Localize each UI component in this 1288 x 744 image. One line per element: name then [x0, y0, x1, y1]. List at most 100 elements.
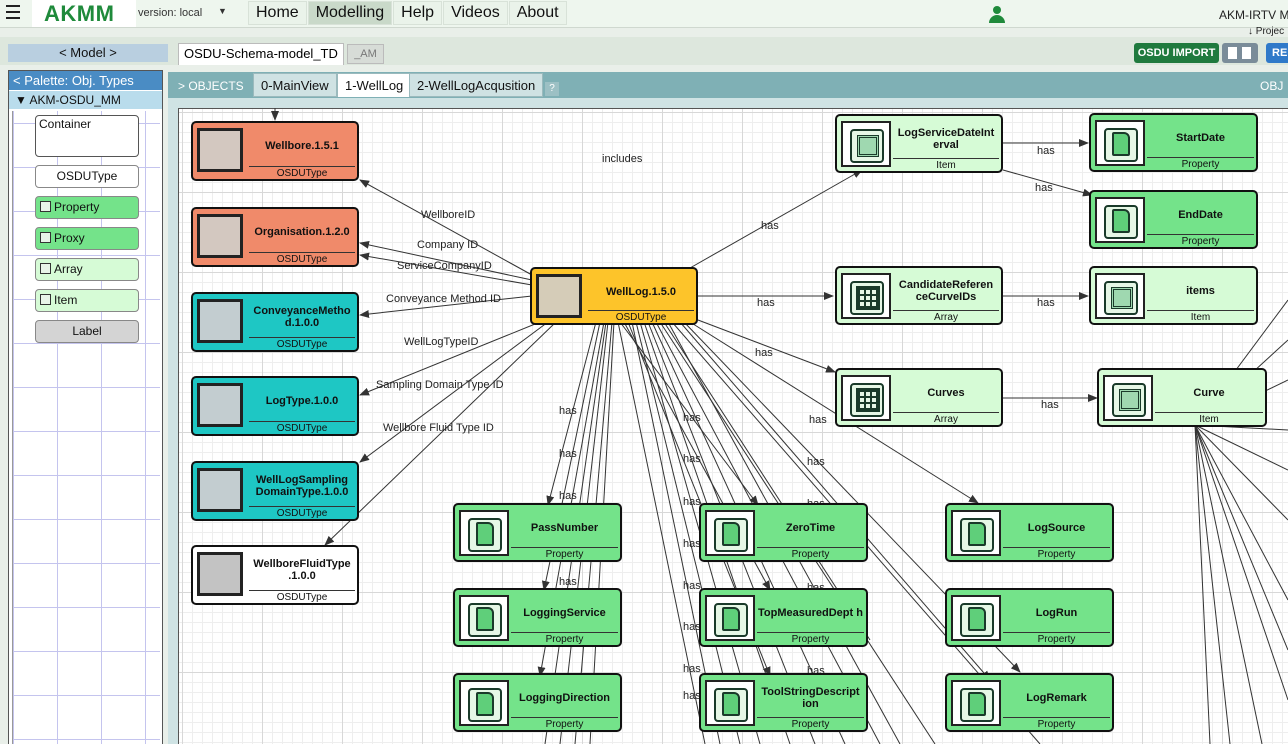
- export-file-icon[interactable]: [1222, 43, 1258, 63]
- property-icon: [705, 510, 755, 556]
- property-icon: [40, 201, 51, 212]
- node-name: LogRemark: [1026, 692, 1087, 704]
- palette-item-property[interactable]: Property: [35, 196, 139, 219]
- edge-label: has: [559, 448, 577, 460]
- tab-1-welllog[interactable]: 1-WellLog: [337, 73, 412, 97]
- node-name: WellboreFluidType .1.0.0: [253, 558, 351, 582]
- nav-about[interactable]: About: [508, 1, 567, 25]
- node-toolstringdescription[interactable]: ToolStringDescript ion Property: [699, 673, 868, 732]
- node-type: Property: [757, 717, 864, 730]
- objects-right-label[interactable]: OBJ: [1260, 79, 1283, 93]
- palette-header[interactable]: < Palette: Obj. Types: [9, 71, 162, 90]
- edge-label: has: [755, 347, 773, 359]
- node-name: LogServiceDateInt erval: [897, 127, 995, 151]
- palette-item-item[interactable]: Item: [35, 289, 139, 312]
- node-welllogsamplingdomaintype[interactable]: WellLogSampling DomainType.1.0.0 OSDUTyp…: [191, 461, 359, 521]
- node-logrun[interactable]: LogRun Property: [945, 588, 1114, 647]
- node-name: items: [1186, 285, 1215, 297]
- node-items[interactable]: items Item: [1089, 266, 1258, 325]
- tab-2-welllogacqusition[interactable]: 2-WellLogAcqusition: [409, 73, 544, 97]
- palette-item-label: Array: [54, 262, 83, 276]
- edge-label: has: [559, 490, 577, 502]
- node-name: PassNumber: [530, 522, 599, 534]
- tab-0-mainview[interactable]: 0-MainView: [253, 73, 337, 97]
- property-icon: [459, 510, 509, 556]
- node-welllog[interactable]: WellLog.1.5.0 OSDUType: [530, 267, 698, 325]
- main-nav: Home Modelling Help Videos About: [248, 1, 568, 25]
- nav-help[interactable]: Help: [393, 1, 443, 25]
- reload-button[interactable]: REL: [1266, 43, 1288, 63]
- edge-label: has: [683, 453, 701, 465]
- node-logremark[interactable]: LogRemark Property: [945, 673, 1114, 732]
- node-zerotime[interactable]: ZeroTime Property: [699, 503, 868, 562]
- node-name: WellLog.1.5.0: [605, 286, 677, 298]
- item-icon: [841, 121, 891, 167]
- item-icon: [1103, 375, 1153, 421]
- palette-item-label: Item: [54, 293, 78, 307]
- node-curve[interactable]: Curve Item: [1097, 368, 1267, 427]
- palette-item-label: Property: [54, 200, 100, 214]
- edge-label: ServiceCompanyID: [397, 260, 492, 272]
- palette-item-array[interactable]: Array: [35, 258, 139, 281]
- edge-label: Wellbore Fluid Type ID: [383, 422, 494, 434]
- node-topmeasureddepth[interactable]: TopMeasuredDept h Property: [699, 588, 868, 647]
- node-loggingservice[interactable]: LoggingService Property: [453, 588, 622, 647]
- edge-label: has: [1037, 145, 1055, 157]
- node-curves[interactable]: Curves Array: [835, 368, 1003, 427]
- node-name: LoggingDirection: [518, 692, 611, 704]
- node-passnumber[interactable]: PassNumber Property: [453, 503, 622, 562]
- item-icon: [1095, 273, 1145, 319]
- palette-item-osdutype[interactable]: OSDUType: [35, 165, 139, 188]
- edge-label: WellboreID: [421, 209, 476, 221]
- palette-item-container[interactable]: Container: [35, 115, 139, 157]
- node-enddate[interactable]: EndDate Property: [1089, 190, 1258, 249]
- node-type: Item: [1147, 310, 1254, 323]
- node-logtype[interactable]: LogType.1.0.0 OSDUType: [191, 376, 359, 436]
- property-icon: [459, 595, 509, 641]
- project-link[interactable]: ↓ Projec: [1248, 26, 1284, 37]
- model-toggle-button[interactable]: < Model >: [8, 44, 168, 62]
- edge-label: has: [683, 580, 701, 592]
- edge-label: Company ID: [417, 239, 479, 251]
- node-name: Curve: [1193, 387, 1225, 399]
- edge-label: has: [761, 220, 779, 232]
- node-image-icon: [197, 383, 243, 427]
- node-type: OSDUType: [588, 310, 694, 323]
- node-name: ToolStringDescript ion: [761, 686, 860, 710]
- node-logsource[interactable]: LogSource Property: [945, 503, 1114, 562]
- palette-metamodel[interactable]: ▼ AKM-OSDU_MM: [9, 91, 162, 109]
- hamburger-menu-icon[interactable]: [6, 5, 20, 19]
- model-tab-am[interactable]: _AM: [347, 44, 384, 64]
- node-image-icon: [197, 128, 243, 172]
- osdu-import-button[interactable]: OSDU IMPORT: [1134, 43, 1219, 63]
- model-tab-osdu-schema[interactable]: OSDU-Schema-model_TD: [178, 43, 344, 65]
- node-wellbore[interactable]: Wellbore.1.5.1 OSDUType: [191, 121, 359, 181]
- help-icon[interactable]: ?: [545, 82, 559, 96]
- palette-item-label-type[interactable]: Label: [35, 320, 139, 343]
- node-startdate[interactable]: StartDate Property: [1089, 113, 1258, 172]
- node-conveyancemethod[interactable]: ConveyanceMetho d.1.0.0 OSDUType: [191, 292, 359, 352]
- palette-item-label: Proxy: [54, 231, 85, 245]
- node-image-icon: [197, 299, 243, 343]
- objects-panel-toggle[interactable]: > OBJECTS: [178, 79, 244, 93]
- version-dropdown-icon[interactable]: ▼: [218, 6, 227, 16]
- node-name: TopMeasuredDept h: [758, 607, 863, 619]
- project-title: AKM-IRTV Mc: [1219, 8, 1288, 22]
- nav-videos[interactable]: Videos: [443, 1, 508, 25]
- node-name: EndDate: [1178, 209, 1223, 221]
- model-toolbar: < Model > OSDU-Schema-model_TD _AM OSDU …: [0, 37, 1288, 65]
- edge-label: has: [1041, 399, 1059, 411]
- nav-home[interactable]: Home: [248, 1, 307, 25]
- node-name: LogSource: [1027, 522, 1086, 534]
- node-candidatereferencecurveids[interactable]: CandidateReferen ceCurveIDs Array: [835, 266, 1003, 325]
- nav-modelling[interactable]: Modelling: [307, 1, 393, 25]
- user-icon[interactable]: [989, 6, 1005, 24]
- node-organisation[interactable]: Organisation.1.2.0 OSDUType: [191, 207, 359, 267]
- node-logservicedateinterval[interactable]: LogServiceDateInt erval Item: [835, 114, 1003, 173]
- node-loggingdirection[interactable]: LoggingDirection Property: [453, 673, 622, 732]
- node-type: Property: [511, 632, 618, 645]
- palette-item-proxy[interactable]: Proxy: [35, 227, 139, 250]
- brand-logo[interactable]: AKMM: [44, 1, 114, 27]
- edge-label: has: [1035, 182, 1053, 194]
- node-wellborefluidtype[interactable]: WellboreFluidType .1.0.0 OSDUType: [191, 545, 359, 605]
